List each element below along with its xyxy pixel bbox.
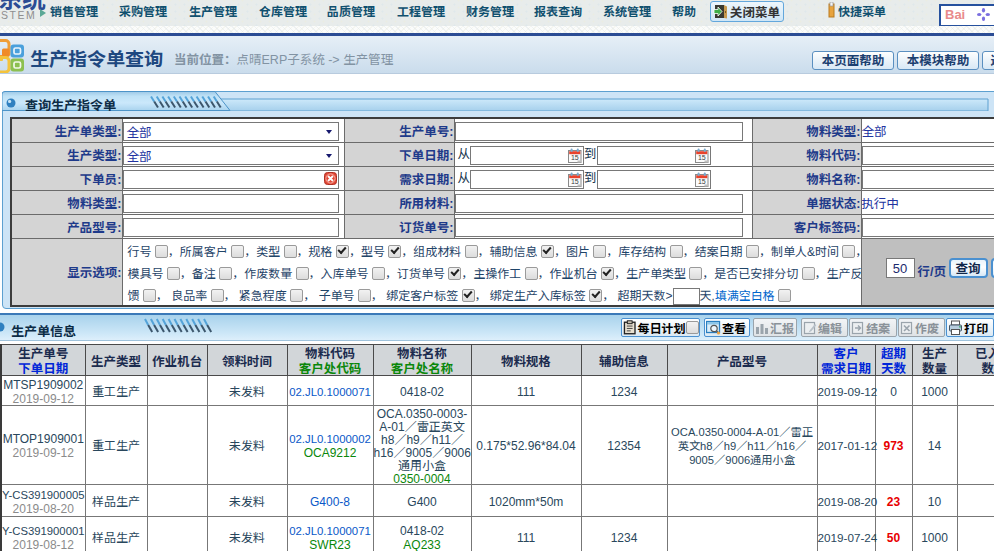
svg-text:15: 15 [571,154,579,161]
svg-text:15: 15 [571,178,579,185]
svg-text:15: 15 [697,178,705,185]
svg-text:15: 15 [697,154,705,161]
